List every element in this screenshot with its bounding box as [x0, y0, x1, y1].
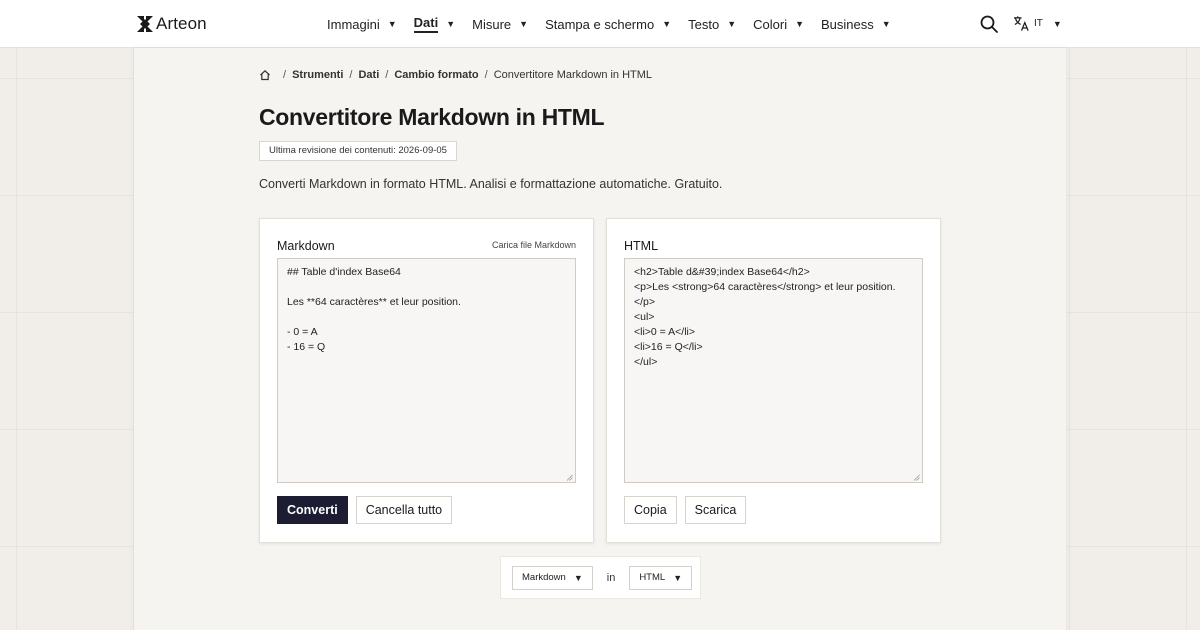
markdown-panel: Markdown Carica file Markdown ## Table d…: [259, 218, 594, 543]
brand-logo[interactable]: Arteon: [137, 14, 207, 34]
markdown-actions: Converti Cancella tutto: [277, 496, 460, 524]
revision-badge: Ultima revisione dei contenuti: 2026-09-…: [259, 141, 457, 161]
nav-label: Dati: [413, 15, 439, 33]
target-format-value: HTML: [639, 571, 666, 583]
breadcrumb-current: Convertitore Markdown in HTML: [493, 69, 653, 81]
upload-markdown-link[interactable]: Carica file Markdown: [492, 240, 576, 250]
nav-item-immagini[interactable]: Immagini ▼: [327, 0, 397, 48]
translate-icon: [1013, 16, 1029, 31]
html-output[interactable]: <h2>Table d&#39;index Base64</h2> <p>Les…: [624, 258, 923, 483]
caret-down-icon: ▼: [662, 19, 672, 29]
language-selector[interactable]: IT ▼: [1013, 15, 1062, 32]
markdown-panel-title: Markdown: [277, 239, 335, 253]
page-subtitle: Converti Markdown in formato HTML. Anali…: [259, 177, 723, 191]
caret-down-icon: ▼: [573, 572, 583, 583]
caret-down-icon: ▼: [795, 19, 805, 29]
nav-label: Testo: [688, 16, 720, 32]
search-icon[interactable]: [979, 14, 999, 34]
format-in-label: in: [606, 571, 616, 584]
caret-down-icon: ▼: [519, 19, 529, 29]
arteon-logo-icon: [137, 16, 153, 32]
download-button[interactable]: Scarica: [684, 496, 747, 524]
nav-label: Misure: [472, 16, 512, 32]
top-header: Arteon Immagini ▼ Dati ▼ Misure ▼ Stampa…: [0, 0, 1200, 48]
main-content: / Strumenti / Dati / Cambio formato / Co…: [134, 48, 1066, 630]
breadcrumb-strumenti[interactable]: Strumenti: [292, 69, 343, 81]
breadcrumb-separator: /: [385, 69, 389, 81]
breadcrumb-dati[interactable]: Dati: [358, 69, 379, 81]
breadcrumb-cambio-formato[interactable]: Cambio formato: [394, 69, 478, 81]
caret-down-icon: ▼: [446, 19, 456, 29]
language-code: IT: [1034, 18, 1043, 29]
html-panel: HTML <h2>Table d&#39;index Base64</h2> <…: [606, 218, 941, 543]
copy-button[interactable]: Copia: [624, 496, 677, 524]
resize-handle-icon[interactable]: [566, 474, 573, 481]
breadcrumb: / Strumenti / Dati / Cambio formato / Co…: [259, 69, 652, 81]
format-selector-bar: Markdown ▼ in HTML ▼: [500, 556, 701, 599]
nav-label: Stampa e schermo: [545, 16, 655, 32]
nav-label: Colori: [753, 16, 788, 32]
nav-item-testo[interactable]: Testo ▼: [688, 0, 736, 48]
html-actions: Copia Scarica: [624, 496, 754, 524]
caret-down-icon: ▼: [727, 19, 737, 29]
markdown-input[interactable]: ## Table d'index Base64 Les **64 caractè…: [277, 258, 576, 483]
caret-down-icon: ▼: [881, 19, 891, 29]
target-format-select[interactable]: HTML ▼: [629, 565, 693, 590]
source-format-select[interactable]: Markdown ▼: [512, 565, 593, 590]
nav-label: Business: [821, 16, 874, 32]
caret-down-icon: ▼: [387, 19, 397, 29]
source-format-value: Markdown: [522, 571, 566, 583]
home-icon[interactable]: [259, 69, 271, 81]
nav-label: Immagini: [327, 16, 380, 32]
convert-button[interactable]: Converti: [277, 496, 348, 524]
brand-name: Arteon: [156, 14, 207, 33]
nav-item-colori[interactable]: Colori ▼: [753, 0, 804, 48]
nav-item-business[interactable]: Business ▼: [821, 0, 891, 48]
main-nav: Immagini ▼ Dati ▼ Misure ▼ Stampa e sche…: [327, 0, 908, 48]
nav-item-stampa-e-schermo[interactable]: Stampa e schermo ▼: [545, 0, 671, 48]
caret-down-icon: ▼: [1052, 18, 1062, 29]
caret-down-icon: ▼: [673, 572, 683, 583]
resize-handle-icon[interactable]: [913, 474, 920, 481]
clear-all-button[interactable]: Cancella tutto: [355, 496, 453, 524]
breadcrumb-separator: /: [283, 69, 287, 81]
nav-item-misure[interactable]: Misure ▼: [472, 0, 528, 48]
html-panel-title: HTML: [624, 239, 659, 253]
page-title: Convertitore Markdown in HTML: [259, 104, 605, 130]
breadcrumb-separator: /: [484, 69, 488, 81]
breadcrumb-separator: /: [349, 69, 353, 81]
nav-item-dati[interactable]: Dati ▼: [413, 0, 456, 48]
